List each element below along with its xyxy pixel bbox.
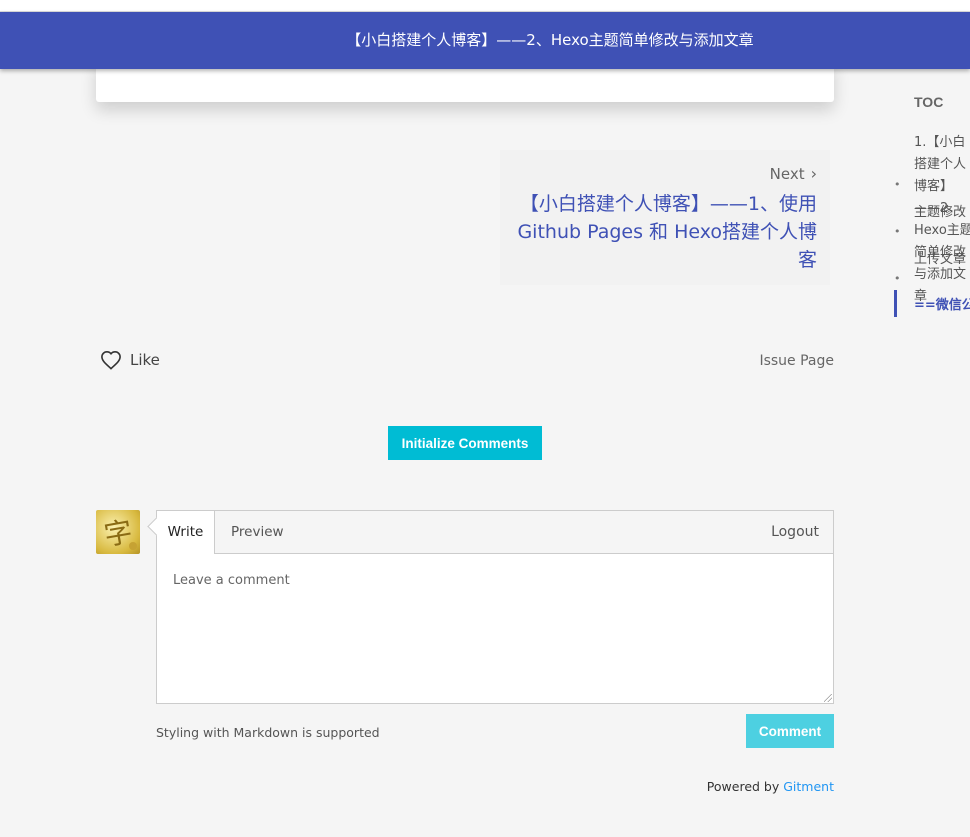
browser-top-strip: [0, 0, 970, 12]
powered-by-text: Powered by: [706, 779, 780, 794]
avatar[interactable]: 字: [96, 510, 140, 554]
toc-item-4-active[interactable]: ==微信公众号==: [894, 290, 970, 317]
gitment-link[interactable]: Gitment: [783, 779, 834, 794]
toc-item-3[interactable]: 上传文章: [914, 248, 966, 267]
editor-tabs: Write Preview Logout: [157, 511, 833, 554]
toc-panel: TOC 1.【小白搭建个人博客】——2、Hexo主题简单修改与添加文章 • 主题…: [894, 90, 970, 330]
comment-editor: Write Preview Logout Leave a comment: [147, 510, 834, 704]
toc-bullet-icon: •: [894, 178, 901, 191]
powered-by: Powered by Gitment: [707, 779, 834, 794]
logout-link[interactable]: Logout: [771, 511, 819, 553]
page-title: 【小白搭建个人博客】——2、Hexo主题简单修改与添加文章: [346, 31, 754, 49]
toc-item-1[interactable]: 1.【小白搭建个人博客】——2、Hexo主题简单修改与添加文章: [914, 132, 970, 308]
heart-icon: [101, 350, 121, 370]
comment-placeholder: Leave a comment: [173, 573, 290, 588]
toc-bullet-icon: •: [894, 225, 901, 238]
tab-preview[interactable]: Preview: [231, 511, 284, 553]
next-post-title[interactable]: 【小白搭建个人博客】——1、使用Github Pages 和 Hexo搭建个人博…: [507, 190, 817, 274]
tab-write[interactable]: Write: [157, 511, 215, 554]
toc-item-number: 1.: [914, 135, 927, 150]
resize-handle-icon[interactable]: [824, 694, 832, 702]
initialize-comments-button[interactable]: Initialize Comments: [388, 426, 542, 460]
next-label-text: Next: [769, 165, 805, 183]
like-button[interactable]: Like: [100, 350, 160, 370]
toc-item-4-label: ==微信公众号==: [914, 298, 970, 313]
next-post-link[interactable]: Next › 【小白搭建个人博客】——1、使用Github Pages 和 Hex…: [500, 150, 830, 285]
toc-title: TOC: [914, 94, 944, 110]
toc-item-2[interactable]: 主题修改: [914, 201, 966, 220]
toc-bullet-icon: •: [894, 272, 901, 285]
next-label: Next ›: [770, 164, 817, 183]
comment-submit-button[interactable]: Comment: [746, 714, 834, 748]
page-header: 【小白搭建个人博客】——2、Hexo主题简单修改与添加文章: [0, 12, 970, 69]
issue-page-link[interactable]: Issue Page: [759, 353, 834, 369]
markdown-note: Styling with Markdown is supported: [156, 725, 380, 740]
avatar-dot: [129, 542, 137, 550]
chevron-right-icon: ›: [810, 164, 817, 183]
like-label: Like: [130, 351, 160, 369]
